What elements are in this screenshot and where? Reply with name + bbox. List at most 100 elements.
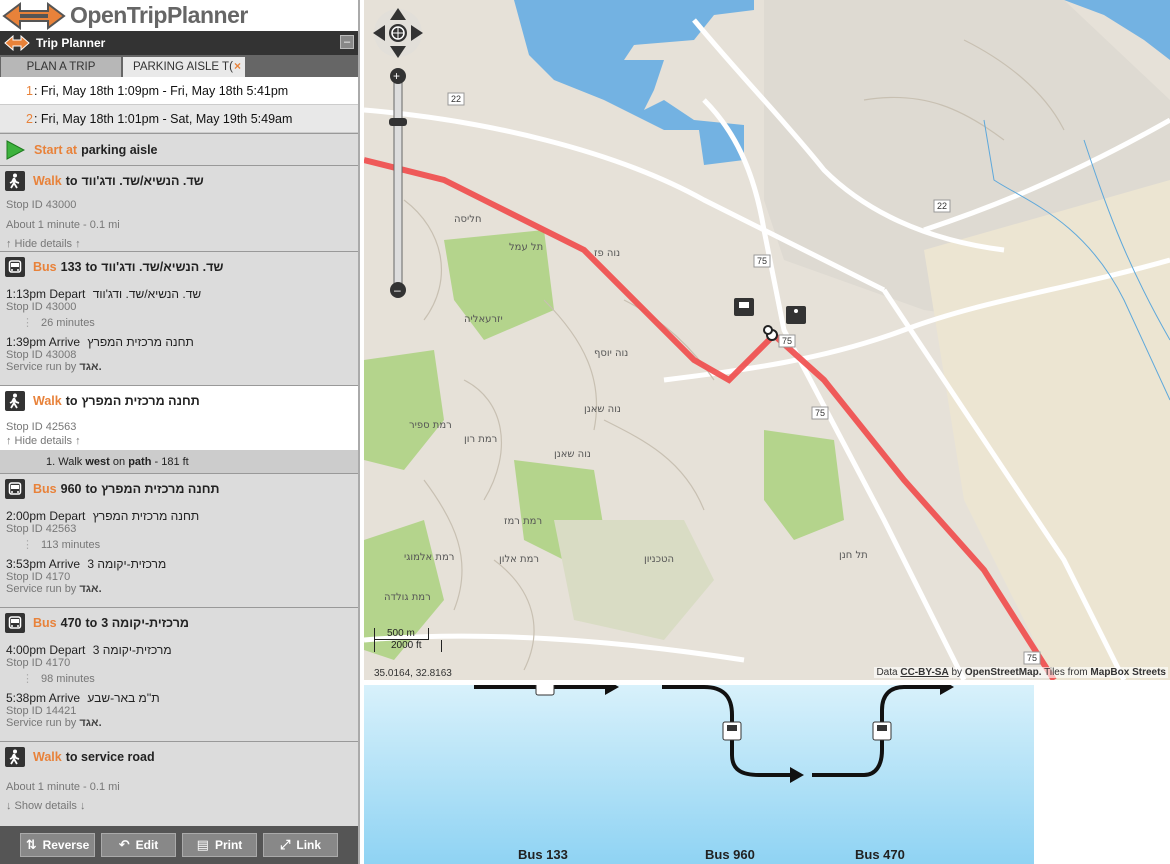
arrive-stop-id: Stop ID 43008 xyxy=(6,349,77,361)
reverse-label: Reverse xyxy=(42,838,90,852)
transfer-marker[interactable] xyxy=(734,298,806,341)
ride-duration: ⋮ 26 minutes xyxy=(22,317,95,329)
leg-header[interactable]: Bus 133 to שד. הנשיא/שד. ודג'ווד xyxy=(0,251,358,281)
leg-destination: שד. הנשיא/שד. ודג'ווד xyxy=(81,173,204,188)
start-prefix: Start at xyxy=(34,142,78,157)
edit-button[interactable]: ↶ Edit xyxy=(101,833,176,857)
leg-header[interactable]: Bus 960 to תחנה מרכזית המפרץ xyxy=(0,473,358,503)
leg-header[interactable]: Bus 470 to מרכזית-יקומה 3 xyxy=(0,607,358,637)
print-label: Print xyxy=(214,838,243,852)
zoom-slider[interactable]: + – xyxy=(389,68,407,298)
attr-mapbox-link[interactable]: MapBox Streets xyxy=(1090,667,1166,678)
arrive-time: 1:39pm xyxy=(6,335,47,349)
map[interactable]: 22 22 75 75 75 75 נוה פז נוה יוסף נוה שא… xyxy=(364,0,1170,680)
trip-planner-panel: OpenTripPlanner Trip Planner – PLAN A TR… xyxy=(0,0,360,864)
pan-control[interactable] xyxy=(373,8,423,58)
print-icon: ▤ xyxy=(196,837,209,852)
arrive-line: 3:53pm Arrive מרכזית-יקומה 3 xyxy=(0,557,358,571)
arrive-stop: מרכזית-יקומה 3 xyxy=(87,557,167,571)
print-button[interactable]: ▤ Print xyxy=(182,833,257,857)
scale-imperial: 2000 ft xyxy=(374,640,442,652)
walk-icon xyxy=(5,390,25,411)
arrive-stop-id: Stop ID 4170 xyxy=(6,571,71,583)
scale-bar: 500 m 2000 ft xyxy=(374,628,442,652)
ride-duration-text: 26 minutes xyxy=(41,317,95,329)
hide-details-link[interactable]: ↑ Hide details ↑ xyxy=(0,435,358,447)
arrive-time: 3:53pm xyxy=(6,557,47,571)
arrive-stop-id: Stop ID 14421 xyxy=(6,705,77,717)
close-tab-icon[interactable]: × xyxy=(234,59,241,73)
svg-text:יזרעאליה: יזרעאליה xyxy=(464,314,503,325)
start-leg[interactable]: Start at parking aisle xyxy=(0,133,358,165)
leg-destination: תחנה מרכזית המפרץ xyxy=(81,393,200,408)
leg-bus-470: Bus 470 to מרכזית-יקומה 3 4:00pm Depart … xyxy=(0,607,358,741)
park-2 xyxy=(364,350,444,470)
leg-duration: About 1 minute - 0.1 mi xyxy=(6,781,120,793)
leg-bus-133: Bus 133 to שד. הנשיא/שד. ודג'ווד 1:13pm … xyxy=(0,251,358,385)
leg-to: to xyxy=(85,615,98,630)
start-place: parking aisle xyxy=(81,142,158,157)
svg-text:הטכניון: הטכניון xyxy=(644,554,674,565)
bus-icon xyxy=(5,256,25,277)
leg-destination: מרכזית-יקומה 3 xyxy=(101,615,190,630)
step-street: path xyxy=(128,456,152,468)
leg-header[interactable]: Walk to תחנה מרכזית המפרץ xyxy=(0,385,358,415)
leg-destination: תחנה מרכזית המפרץ xyxy=(101,481,220,496)
leg-header[interactable]: Walk to שד. הנשיא/שד. ודג'ווד xyxy=(0,165,358,195)
depart-label: Depart xyxy=(49,509,86,523)
step-distance: - 181 ft xyxy=(154,456,189,468)
leg-destination: שד. הנשיא/שד. ודג'ווד xyxy=(101,259,224,274)
link-label: Link xyxy=(296,838,322,852)
svg-text:רמת ספיר: רמת ספיר xyxy=(409,420,452,431)
attr-license-link[interactable]: CC-BY-SA xyxy=(900,667,948,678)
minimize-button[interactable]: – xyxy=(340,35,354,49)
leg-header[interactable]: Walk to service road xyxy=(0,741,358,771)
open-field xyxy=(924,180,1170,680)
link-icon: ⤢ xyxy=(279,837,291,852)
hide-details-link[interactable]: ↑ Hide details ↑ xyxy=(0,238,358,250)
svg-text:חליסה: חליסה xyxy=(454,214,481,225)
arrive-stop: תחנה מרכזית המפרץ xyxy=(87,335,194,349)
tab-parking-aisle[interactable]: PARKING AISLE T( × xyxy=(123,57,245,77)
step-direction: west xyxy=(85,456,110,468)
tab-plan-a-trip[interactable]: PLAN A TRIP xyxy=(1,57,121,77)
svg-text:75: 75 xyxy=(815,408,825,418)
show-details-link[interactable]: ↓ Show details ↓ xyxy=(0,800,358,812)
itinerary-number: 2 xyxy=(26,111,33,126)
svg-text:נוה יוסף: נוה יוסף xyxy=(594,348,628,359)
agency: אגד. xyxy=(79,717,102,729)
stop-id: Stop ID 43000 xyxy=(6,199,77,211)
leg-to: to xyxy=(65,173,78,188)
leg-mode: Walk xyxy=(33,173,62,188)
schematic-label-bus-470: Bus 470 xyxy=(855,847,905,862)
ride-duration: ⋮ 113 minutes xyxy=(22,539,101,551)
svg-text:רמת אלון: רמת אלון xyxy=(499,554,539,565)
ride-duration-text: 98 minutes xyxy=(41,673,95,685)
schematic-label-bus-133: Bus 133 xyxy=(518,847,568,862)
svg-text:–: – xyxy=(394,283,401,297)
attr-data: Data xyxy=(876,667,898,678)
profile-blank-area xyxy=(1034,680,1170,864)
reverse-button[interactable]: ⇅ Reverse xyxy=(20,833,95,857)
link-button[interactable]: ⤢ Link xyxy=(263,833,338,857)
attr-osm-link[interactable]: OpenStreetMap. xyxy=(965,667,1042,678)
map-canvas[interactable]: 22 22 75 75 75 75 נוה פז נוה יוסף נוה שא… xyxy=(364,0,1170,680)
depart-label: Depart xyxy=(49,287,86,301)
walk-step[interactable]: 1. Walk west on path - 181 ft xyxy=(0,450,358,474)
depart-stop-id: Stop ID 4170 xyxy=(6,657,71,669)
panel-header: Trip Planner xyxy=(0,31,358,55)
arrive-time: 5:38pm xyxy=(6,691,47,705)
attr-by: by xyxy=(951,667,963,678)
otp-logo: OpenTripPlanner xyxy=(0,0,358,31)
depart-time: 4:00pm xyxy=(6,643,47,657)
svg-text:נוה שאנן: נוה שאנן xyxy=(554,449,591,460)
route-number: 470 xyxy=(60,615,82,630)
itinerary-option-2[interactable]: 2: Fri, May 18th 1:01pm - Sat, May 19th … xyxy=(0,105,358,133)
depart-time: 1:13pm xyxy=(6,287,47,301)
otp-arrows-icon xyxy=(2,1,66,30)
schematic-label-bus-960: Bus 960 xyxy=(705,847,755,862)
attr-tiles: Tiles from xyxy=(1044,667,1088,678)
tab-label: PARKING AISLE T( xyxy=(133,61,233,73)
itinerary-option-1[interactable]: 1: Fri, May 18th 1:09pm - Fri, May 18th … xyxy=(0,77,358,105)
itinerary-times: Fri, May 18th 1:09pm - Fri, May 18th 5:4… xyxy=(40,83,289,98)
